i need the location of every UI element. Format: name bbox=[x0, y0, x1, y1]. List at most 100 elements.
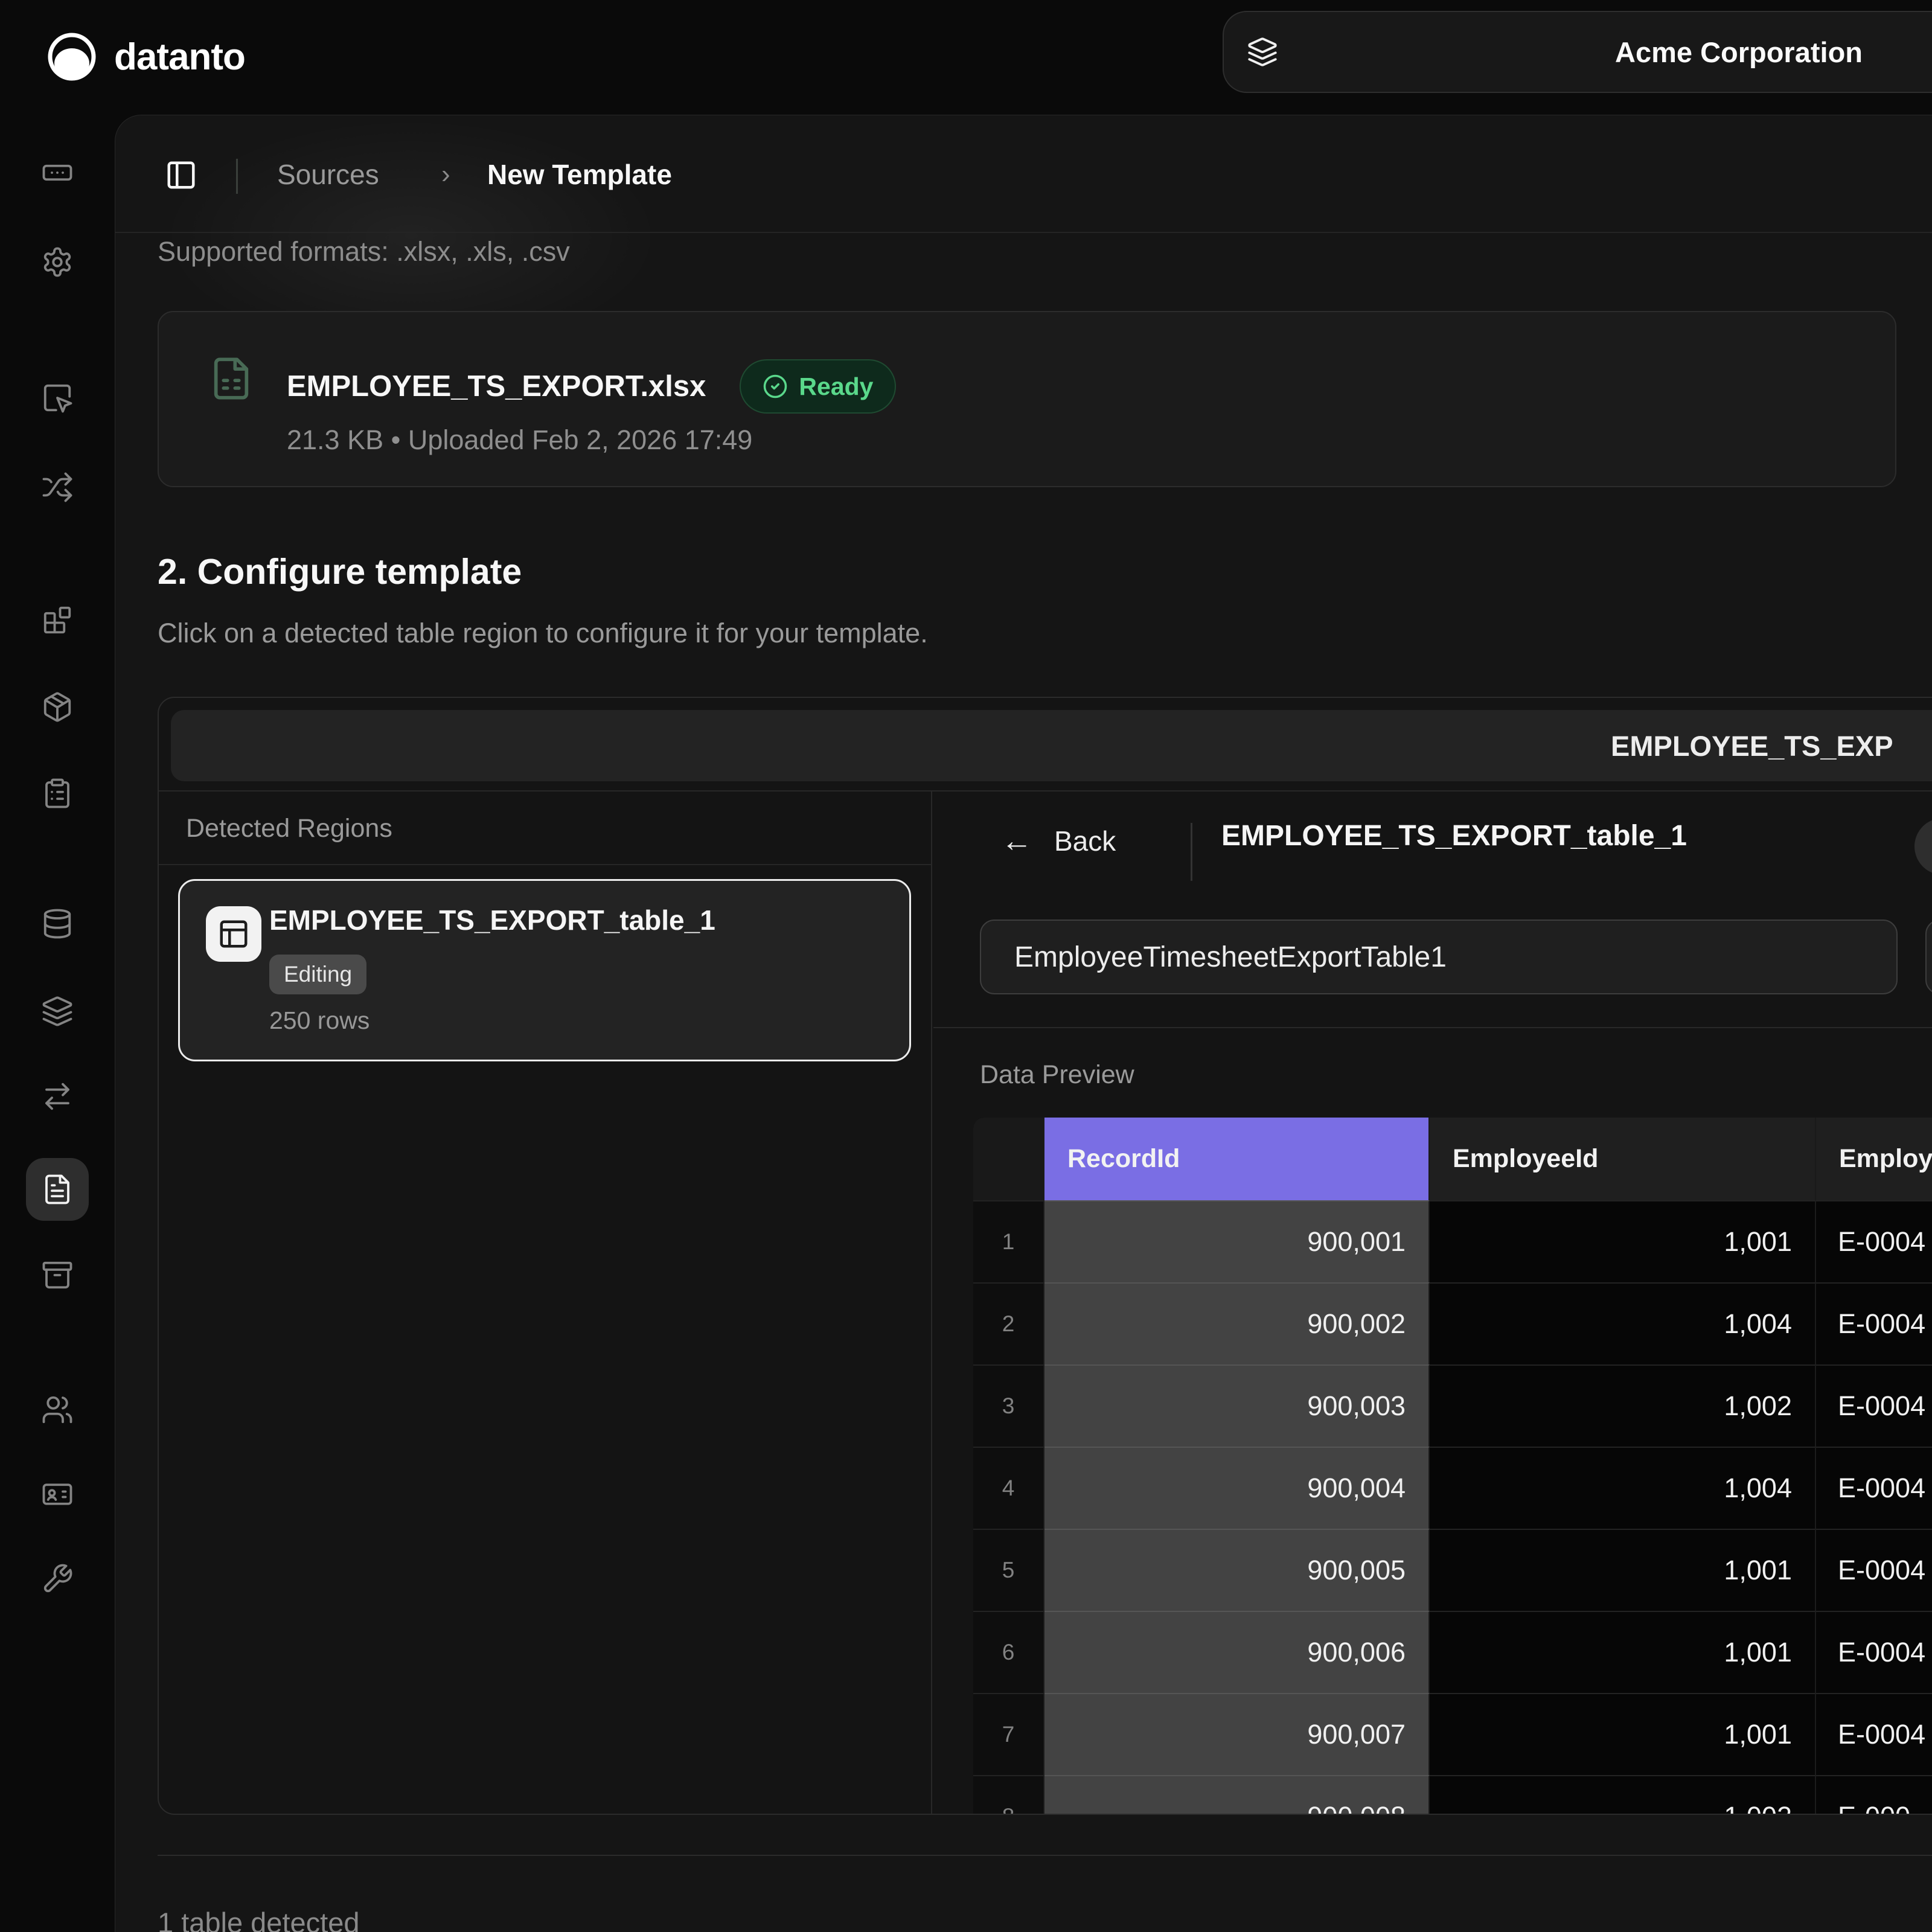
cell-employee-code: E-0004 bbox=[1816, 1364, 1932, 1447]
sidebar-item-shuffle[interactable] bbox=[0, 471, 115, 504]
cell-record-id: 900,003 bbox=[1044, 1364, 1430, 1447]
sheet-tab[interactable]: EMPLOYEE_TS_EXP bbox=[1611, 710, 1893, 781]
cell-employee-id: 1,004 bbox=[1430, 1282, 1816, 1364]
cell-record-id: 900,004 bbox=[1044, 1447, 1430, 1529]
cell-employee-id: 1,001 bbox=[1430, 1693, 1816, 1775]
arrow-left-icon: ← bbox=[1001, 825, 1032, 857]
cell-row-number: 3 bbox=[973, 1364, 1044, 1447]
table-row: 1900,0011,001E-0004 bbox=[973, 1200, 1932, 1282]
table-name-input[interactable] bbox=[980, 920, 1898, 994]
cell-row-number: 5 bbox=[973, 1529, 1044, 1611]
cell-row-number: 2 bbox=[973, 1282, 1044, 1364]
file-text-icon bbox=[41, 1173, 74, 1206]
region-row-count: 250 rows bbox=[269, 1006, 369, 1035]
table-row: 7900,0071,001E-0004 bbox=[973, 1693, 1932, 1775]
data-preview-table: RecordId EmployeeId Employ 1900,0011,001… bbox=[973, 1118, 1932, 1814]
editor-divider bbox=[1191, 823, 1192, 881]
settings-icon bbox=[41, 246, 74, 278]
sidebar-item-blocks[interactable] bbox=[0, 604, 115, 636]
table-name-action-button[interactable] bbox=[1925, 920, 1932, 994]
layers-icon bbox=[41, 995, 74, 1028]
cell-row-number: 7 bbox=[973, 1693, 1044, 1775]
configure-panel: EMPLOYEE_TS_EXP Detected Regions EMPLOYE… bbox=[158, 697, 1932, 1815]
sidebar-item-square-mouse-pointer[interactable] bbox=[0, 382, 115, 414]
cell-record-id: 900,008 bbox=[1044, 1775, 1430, 1814]
layers-icon bbox=[1247, 36, 1278, 68]
uploaded-file-card[interactable]: EMPLOYEE_TS_EXPORT.xlsx Ready 21.3 KB • … bbox=[158, 311, 1896, 487]
database-icon bbox=[41, 907, 74, 940]
cell-employee-code: E-0004 bbox=[1816, 1447, 1932, 1529]
blocks-icon bbox=[41, 604, 74, 636]
tables-detected-count: 1 table detected bbox=[158, 1906, 360, 1932]
users-icon bbox=[41, 1393, 74, 1426]
package-icon bbox=[41, 691, 74, 723]
region-name: EMPLOYEE_TS_EXPORT_table_1 bbox=[269, 904, 715, 936]
cell-employee-id: 1,001 bbox=[1430, 1529, 1816, 1611]
detected-regions-panel: Detected Regions EMPLOYEE_TS_EXPORT_tabl… bbox=[159, 792, 932, 1814]
arrow-right-left-icon bbox=[41, 1080, 74, 1113]
sidebar-toggle-button[interactable] bbox=[165, 159, 197, 191]
footer-divider bbox=[158, 1855, 1932, 1856]
header-employee-code[interactable]: Employ bbox=[1816, 1118, 1932, 1200]
sidebar-item-wrench[interactable] bbox=[0, 1563, 115, 1595]
sidebar-item-file-text[interactable] bbox=[26, 1158, 89, 1221]
region-editor-header: ← Back EMPLOYEE_TS_EXPORT_table_1 Simple bbox=[933, 792, 1932, 912]
sidebar-item-users[interactable] bbox=[0, 1393, 115, 1426]
cell-employee-code: E-000 bbox=[1816, 1775, 1932, 1814]
step-title: 2. Configure template bbox=[158, 551, 522, 592]
editor-section-divider bbox=[933, 1027, 1932, 1028]
header-employee-id[interactable]: EmployeeId bbox=[1430, 1118, 1816, 1200]
clipboard-list-icon bbox=[41, 777, 74, 810]
breadcrumb-divider bbox=[236, 159, 238, 194]
check-circle-icon bbox=[763, 374, 788, 399]
cell-row-number: 4 bbox=[973, 1447, 1044, 1529]
cell-record-id: 900,006 bbox=[1044, 1611, 1430, 1693]
cell-employee-id: 1,004 bbox=[1430, 1447, 1816, 1529]
region-status-badge: Editing bbox=[269, 955, 366, 994]
breadcrumb-current-page: New Template bbox=[487, 115, 672, 233]
cell-employee-id: 1,002 bbox=[1430, 1775, 1816, 1814]
sidebar-item-clipboard-list[interactable] bbox=[0, 777, 115, 810]
table-row: 4900,0041,004E-0004 bbox=[973, 1447, 1932, 1529]
sidebar-item-settings[interactable] bbox=[0, 246, 115, 278]
table-header-row: RecordId EmployeeId Employ bbox=[973, 1118, 1932, 1200]
region-card[interactable]: EMPLOYEE_TS_EXPORT_table_1 Editing 250 r… bbox=[178, 879, 911, 1061]
header-record-id[interactable]: RecordId bbox=[1044, 1118, 1430, 1200]
editor-title: EMPLOYEE_TS_EXPORT_table_1 bbox=[1221, 819, 1687, 852]
sidebar-item-arrow-right-left[interactable] bbox=[0, 1080, 115, 1113]
cell-row-number: 6 bbox=[973, 1611, 1044, 1693]
sidebar-item-package[interactable] bbox=[0, 691, 115, 723]
cell-employee-code: E-0004 bbox=[1816, 1693, 1932, 1775]
cell-employee-id: 1,001 bbox=[1430, 1200, 1816, 1282]
cell-employee-code: E-0004 bbox=[1816, 1200, 1932, 1282]
organization-switcher[interactable]: Acme Corporation bbox=[1223, 11, 1932, 93]
cell-employee-code: E-0004 bbox=[1816, 1529, 1932, 1611]
sidebar-nav bbox=[0, 115, 115, 1932]
cell-employee-code: E-0004 bbox=[1816, 1611, 1932, 1693]
cell-record-id: 900,005 bbox=[1044, 1529, 1430, 1611]
table-row: 5900,0051,001E-0004 bbox=[973, 1529, 1932, 1611]
wrench-icon bbox=[41, 1563, 74, 1595]
table-row: 8900,0081,002E-000 bbox=[973, 1775, 1932, 1814]
status-badge: Ready bbox=[740, 359, 896, 414]
cell-record-id: 900,001 bbox=[1044, 1200, 1430, 1282]
breadcrumb: Sources › New Template bbox=[115, 115, 1932, 233]
square-mouse-pointer-icon bbox=[41, 382, 74, 414]
back-button[interactable]: ← Back bbox=[1001, 825, 1116, 857]
data-preview-label: Data Preview bbox=[980, 1060, 1134, 1090]
breadcrumb-sources[interactable]: Sources bbox=[277, 115, 379, 233]
sidebar-item-layers[interactable] bbox=[0, 995, 115, 1028]
panel-left-icon bbox=[165, 159, 197, 191]
sidebar-item-rectangle-ellipsis[interactable] bbox=[0, 156, 115, 189]
organization-name: Acme Corporation bbox=[1615, 12, 1863, 92]
id-card-icon bbox=[41, 1478, 74, 1511]
detected-regions-title: Detected Regions bbox=[186, 792, 392, 865]
table-row: 2900,0021,004E-0004 bbox=[973, 1282, 1932, 1364]
mode-badge: Simple bbox=[1914, 818, 1932, 875]
sidebar-item-archive[interactable] bbox=[0, 1259, 115, 1291]
supported-formats-text: Supported formats: .xlsx, .xls, .csv bbox=[158, 236, 570, 267]
sheet-tab-strip: EMPLOYEE_TS_EXP bbox=[171, 710, 1932, 781]
detected-regions-header: Detected Regions bbox=[159, 792, 931, 865]
sidebar-item-database[interactable] bbox=[0, 907, 115, 940]
sidebar-item-id-card[interactable] bbox=[0, 1478, 115, 1511]
